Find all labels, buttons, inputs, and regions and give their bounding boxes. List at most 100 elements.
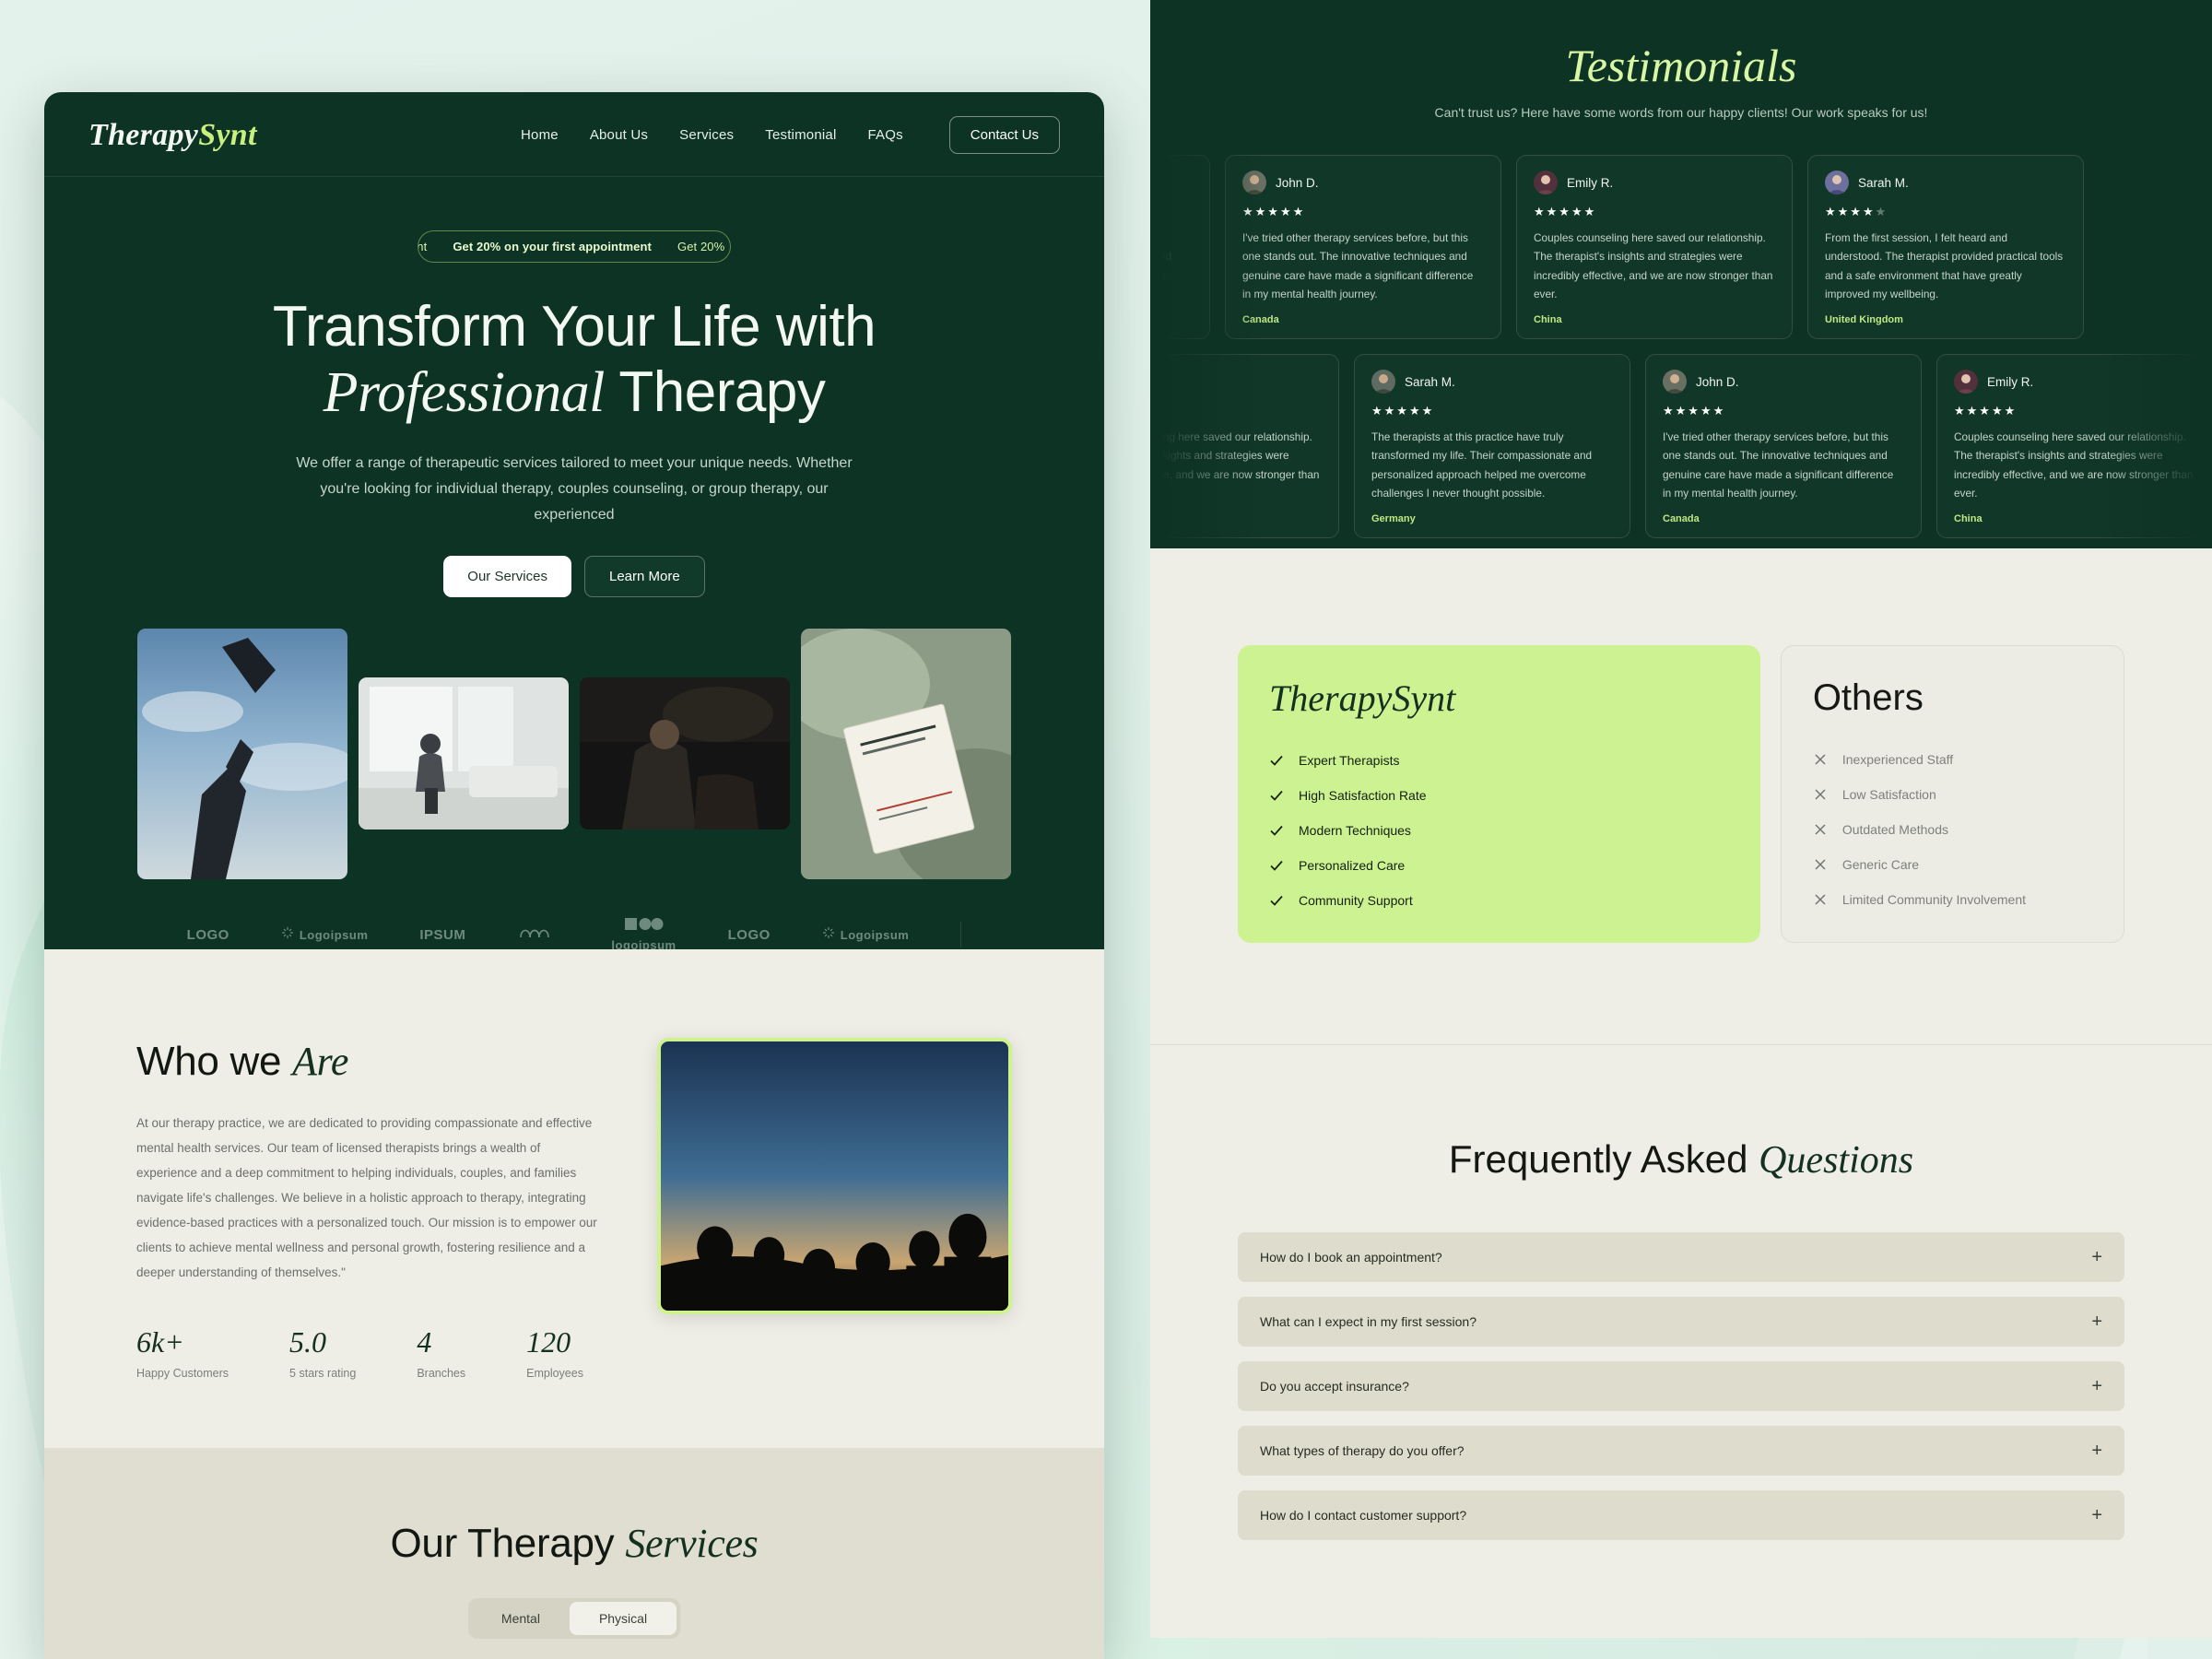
testimonial-card[interactable]: Emily R. ★★★★★ Couples counseling here s… xyxy=(1150,354,1339,539)
rating-stars: ★★★★★ xyxy=(1954,404,2018,418)
hero-body: ppointment Get 20% on your first appoint… xyxy=(44,177,1104,952)
plus-icon[interactable]: + xyxy=(2091,1506,2102,1524)
sunburst-icon xyxy=(281,926,294,944)
client-logo-6: LOGO xyxy=(728,927,771,943)
who-we-are-photo xyxy=(657,1038,1012,1314)
who-we-are-body: At our therapy practice, we are dedicate… xyxy=(136,1116,597,1279)
faq-item-insurance[interactable]: Do you accept insurance? + xyxy=(1238,1361,2124,1411)
rating-stars: ★★★★★ xyxy=(1150,205,1193,219)
comparison-item-label: Limited Community Involvement xyxy=(1841,892,2026,907)
testimonial-text: The therapists at this practice have tru… xyxy=(1371,430,1593,500)
stat-happy-customers-label: Happy Customers xyxy=(136,1367,229,1380)
client-logo-7: Logoipsum xyxy=(822,926,910,944)
testimonial-row-1: Sarah M. ★★★★★ The therapists at this pr… xyxy=(1150,155,2212,340)
nav-item-about-us[interactable]: About Us xyxy=(590,127,648,143)
stat-branches-value: 4 xyxy=(417,1325,432,1359)
faq-title-plain: Frequently Asked xyxy=(1448,1137,1759,1181)
nav-item-home[interactable]: Home xyxy=(521,127,559,143)
hero-image-gallery xyxy=(44,628,1104,879)
faq-item-therapy-types[interactable]: What types of therapy do you offer? + xyxy=(1238,1426,2124,1476)
faq-question: What can I expect in my first session? xyxy=(1260,1314,1477,1329)
stat-employees-value: 120 xyxy=(526,1325,571,1359)
rating-stars: ★★★★★ xyxy=(1150,404,1322,418)
services-section: Our Therapy Services Mental Physical xyxy=(44,1448,1104,1659)
main-navbar: TherapySynt Home About Us Services Testi… xyxy=(44,92,1104,177)
stat-happy-customers-value: 6k+ xyxy=(136,1325,184,1359)
hero-subtitle: We offer a range of therapeutic services… xyxy=(296,454,853,523)
client-logo-2-label: Logoipsum xyxy=(299,927,369,942)
comparison-title-others: Others xyxy=(1812,677,1924,718)
our-services-button[interactable]: Our Services xyxy=(443,555,571,597)
hero-image-reaching-sky xyxy=(137,628,347,879)
testimonial-country: Canada xyxy=(1242,314,1279,326)
comparison-item-label: High Satisfaction Rate xyxy=(1299,788,1427,803)
client-logo-3: IPSUM xyxy=(419,927,465,943)
services-title-plain: Our Therapy xyxy=(390,1521,626,1566)
tab-physical[interactable]: Physical xyxy=(569,1602,677,1635)
avatar xyxy=(1954,370,1978,394)
close-icon xyxy=(1813,822,1828,837)
rating-stars: ★★★★★ xyxy=(1242,205,1306,218)
client-logo-strip: LOGO Logoipsum IPSUM logoipsum LOGO Logo… xyxy=(44,917,1104,952)
sunburst-icon-2 xyxy=(822,926,835,944)
comparison-item-label: Personalized Care xyxy=(1299,858,1406,873)
stat-happy-customers: 6k+ Happy Customers xyxy=(136,1325,229,1380)
nav-item-faqs[interactable]: FAQs xyxy=(867,127,902,143)
comparison-item: Limited Community Involvement xyxy=(1813,892,2092,907)
testimonial-card[interactable]: John D. ★★★★★ I've tried other therapy s… xyxy=(1225,155,1501,340)
brand-logo-part1: Therapy xyxy=(88,117,199,152)
faq-item-customer-support[interactable]: How do I contact customer support? + xyxy=(1238,1490,2124,1540)
plus-icon[interactable]: + xyxy=(2091,1377,2102,1395)
comparison-item-label: Outdated Methods xyxy=(1841,822,1948,837)
testimonial-country: Germany xyxy=(1150,314,1193,325)
client-logo-1-label: LOGO xyxy=(186,926,229,943)
testimonial-name: Emily R. xyxy=(1567,175,1614,190)
client-logo-4 xyxy=(517,924,559,946)
testimonial-card[interactable]: Emily R. ★★★★★ Couples counseling here s… xyxy=(1936,354,2212,539)
faq-item-book-appointment[interactable]: How do I book an appointment? + xyxy=(1238,1232,2124,1282)
testimonial-country: Germany xyxy=(1371,513,1416,525)
nav-item-testimonial[interactable]: Testimonial xyxy=(765,127,836,143)
services-tab-switcher: Mental Physical xyxy=(467,1598,681,1639)
stat-rating-value: 5.0 xyxy=(289,1325,327,1359)
testimonial-name: Emily R. xyxy=(1987,374,2034,389)
plus-icon[interactable]: + xyxy=(2091,1248,2102,1266)
faq-title-italic: Questions xyxy=(1759,1139,1914,1182)
testimonial-text: Couples counseling here saved our relati… xyxy=(1150,430,1320,481)
testimonial-card[interactable]: Sarah M. ★★★★★ From the first session, I… xyxy=(1807,155,2084,340)
faq-item-first-session[interactable]: What can I expect in my first session? + xyxy=(1238,1297,2124,1347)
comparison-item: Modern Techniques xyxy=(1269,823,1729,838)
tab-mental[interactable]: Mental xyxy=(472,1602,570,1635)
promo-marquee-track: ppointment Get 20% on your first appoint… xyxy=(418,240,724,253)
testimonial-card[interactable]: Sarah M. ★★★★★ The therapists at this pr… xyxy=(1150,155,1210,340)
plus-icon[interactable]: + xyxy=(2091,1441,2102,1460)
comparison-item: Expert Therapists xyxy=(1269,753,1729,768)
testimonial-text: I've tried other therapy services before… xyxy=(1663,430,1894,500)
comparison-item: Generic Care xyxy=(1813,857,2092,872)
testimonials-title: Testimonials xyxy=(1565,40,1797,91)
avatar xyxy=(1371,370,1395,394)
nav-item-services[interactable]: Services xyxy=(679,127,734,143)
testimonial-card[interactable]: Emily R. ★★★★★ Couples counseling here s… xyxy=(1516,155,1793,340)
logo-strip-divider xyxy=(960,922,962,948)
shapes-icon xyxy=(624,917,664,935)
testimonials-faq-artboard: Testimonials Can't trust us? Here have s… xyxy=(1150,0,2212,1659)
plus-icon[interactable]: + xyxy=(2091,1312,2102,1331)
contact-us-button[interactable]: Contact Us xyxy=(948,116,1060,154)
comparison-item: Personalized Care xyxy=(1269,858,1729,873)
hero-image-person-window xyxy=(359,677,569,830)
testimonial-card[interactable]: John D. ★★★★★ I've tried other therapy s… xyxy=(1645,354,1922,539)
check-icon xyxy=(1269,788,1284,803)
comparison-item: High Satisfaction Rate xyxy=(1269,788,1729,803)
testimonial-country: China xyxy=(1150,513,1322,524)
avatar xyxy=(1825,171,1849,194)
client-logo-6-label: LOGO xyxy=(727,926,771,943)
close-icon xyxy=(1813,787,1828,802)
promo-marquee-badge[interactable]: ppointment Get 20% on your first appoint… xyxy=(418,230,731,263)
learn-more-button[interactable]: Learn More xyxy=(583,555,705,597)
faq-question: What types of therapy do you offer? xyxy=(1260,1443,1465,1458)
brand-logo[interactable]: TherapySynt xyxy=(88,118,257,153)
testimonial-text: From the first session, I felt heard and… xyxy=(1825,231,2064,300)
testimonial-card[interactable]: Sarah M. ★★★★★ The therapists at this pr… xyxy=(1354,354,1630,539)
stat-rating-label: 5 stars rating xyxy=(289,1367,357,1380)
